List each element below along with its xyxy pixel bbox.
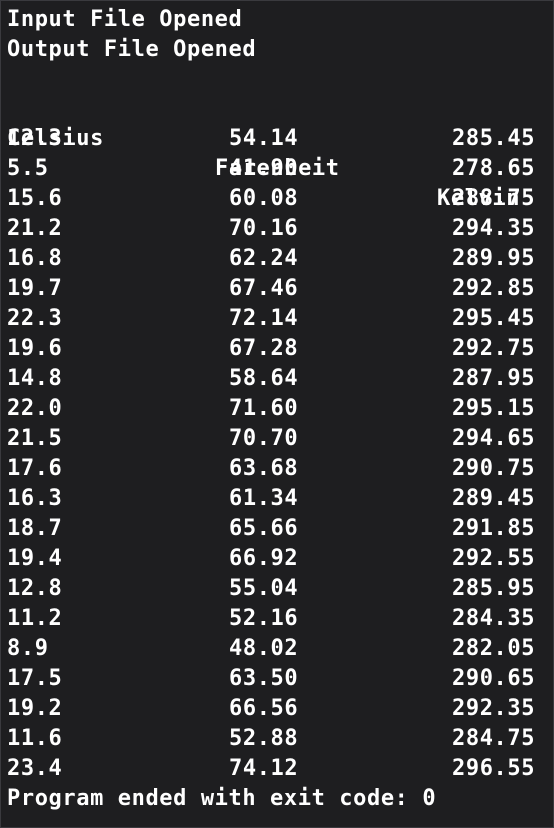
kelvin-cell: 290.75 xyxy=(452,456,536,481)
table-row: 21.2 70.16 294.35 xyxy=(7,214,553,244)
kelvin-cell: 290.65 xyxy=(452,666,536,691)
table-row: 19.4 66.92 292.55 xyxy=(7,544,553,574)
console-output: Input File Opened Output File Opened Cel… xyxy=(1,1,553,827)
celsius-cell: 19.6 xyxy=(7,336,63,361)
table-row: 18.7 65.66 291.85 xyxy=(7,514,553,544)
table-row: 22.0 71.60 295.15 xyxy=(7,394,553,424)
table-row: 11.6 52.88 284.75 xyxy=(7,724,553,754)
celsius-cell: 18.7 xyxy=(7,516,63,541)
kelvin-cell: 292.35 xyxy=(452,696,536,721)
fahrenheit-cell: 67.28 xyxy=(229,336,299,361)
fahrenheit-cell: 70.16 xyxy=(229,216,299,241)
fahrenheit-cell: 41.90 xyxy=(229,156,299,181)
table-header: Celsius Farenheit Kelvin xyxy=(7,94,553,211)
kelvin-cell: 284.35 xyxy=(452,606,536,631)
table-row: 17.6 63.68 290.75 xyxy=(7,454,553,484)
fahrenheit-cell: 61.34 xyxy=(229,486,299,511)
kelvin-cell: 284.75 xyxy=(452,726,536,751)
table-row: 19.2 66.56 292.35 xyxy=(7,694,553,724)
fahrenheit-cell: 66.92 xyxy=(229,546,299,571)
fahrenheit-cell: 62.24 xyxy=(229,246,299,271)
celsius-cell: 17.6 xyxy=(7,456,63,481)
table-row: 23.4 74.12 296.55 xyxy=(7,754,553,784)
celsius-cell: 12.3 xyxy=(7,126,63,151)
table-row: 19.6 67.28 292.75 xyxy=(7,334,553,364)
exit-message: Program ended with exit code: 0 xyxy=(7,786,437,811)
kelvin-cell: 289.95 xyxy=(452,246,536,271)
celsius-cell: 19.7 xyxy=(7,276,63,301)
celsius-cell: 17.5 xyxy=(7,666,63,691)
table-row: 11.2 52.16 284.35 xyxy=(7,604,553,634)
table-row: 12.8 55.04 285.95 xyxy=(7,574,553,604)
celsius-cell: 19.4 xyxy=(7,546,63,571)
celsius-cell: 15.6 xyxy=(7,186,63,211)
celsius-cell: 14.8 xyxy=(7,366,63,391)
celsius-cell: 16.8 xyxy=(7,246,63,271)
fahrenheit-cell: 72.14 xyxy=(229,306,299,331)
fahrenheit-cell: 58.64 xyxy=(229,366,299,391)
celsius-cell: 11.6 xyxy=(7,726,63,751)
kelvin-cell: 294.35 xyxy=(452,216,536,241)
celsius-cell: 21.2 xyxy=(7,216,63,241)
fahrenheit-cell: 70.70 xyxy=(229,426,299,451)
table-row: 22.3 72.14 295.45 xyxy=(7,304,553,334)
fahrenheit-cell: 48.02 xyxy=(229,636,299,661)
kelvin-cell: 294.65 xyxy=(452,426,536,451)
kelvin-cell: 282.05 xyxy=(452,636,536,661)
celsius-cell: 8.9 xyxy=(7,636,49,661)
celsius-cell: 19.2 xyxy=(7,696,63,721)
fahrenheit-cell: 67.46 xyxy=(229,276,299,301)
celsius-cell: 23.4 xyxy=(7,756,63,781)
fahrenheit-cell: 54.14 xyxy=(229,126,299,151)
fahrenheit-cell: 63.68 xyxy=(229,456,299,481)
kelvin-cell: 296.55 xyxy=(452,756,536,781)
message-line: Output File Opened xyxy=(7,37,257,62)
kelvin-cell: 287.95 xyxy=(452,366,536,391)
table-row: 15.6 60.08 288.75 xyxy=(7,184,553,214)
celsius-cell: 16.3 xyxy=(7,486,63,511)
celsius-cell: 5.5 xyxy=(7,156,49,181)
message-line: Input File Opened xyxy=(7,7,243,32)
table-row: 19.7 67.46 292.85 xyxy=(7,274,553,304)
celsius-cell: 21.5 xyxy=(7,426,63,451)
kelvin-cell: 288.75 xyxy=(452,186,536,211)
fahrenheit-cell: 65.66 xyxy=(229,516,299,541)
fahrenheit-cell: 52.88 xyxy=(229,726,299,751)
table-row: 21.5 70.70 294.65 xyxy=(7,424,553,454)
table-row: 8.9 48.02 282.05 xyxy=(7,634,553,664)
kelvin-cell: 291.85 xyxy=(452,516,536,541)
table-row: 16.8 62.24 289.95 xyxy=(7,244,553,274)
kelvin-cell: 295.15 xyxy=(452,396,536,421)
kelvin-cell: 292.85 xyxy=(452,276,536,301)
fahrenheit-cell: 66.56 xyxy=(229,696,299,721)
fahrenheit-cell: 63.50 xyxy=(229,666,299,691)
kelvin-cell: 285.95 xyxy=(452,576,536,601)
kelvin-cell: 292.55 xyxy=(452,546,536,571)
kelvin-cell: 278.65 xyxy=(452,156,536,181)
table-row: 14.8 58.64 287.95 xyxy=(7,364,553,394)
fahrenheit-cell: 74.12 xyxy=(229,756,299,781)
kelvin-cell: 295.45 xyxy=(452,306,536,331)
fahrenheit-cell: 55.04 xyxy=(229,576,299,601)
celsius-cell: 12.8 xyxy=(7,576,63,601)
celsius-cell: 11.2 xyxy=(7,606,63,631)
table-row: 16.3 61.34 289.45 xyxy=(7,484,553,514)
fahrenheit-cell: 60.08 xyxy=(229,186,299,211)
celsius-cell: 22.3 xyxy=(7,306,63,331)
kelvin-cell: 289.45 xyxy=(452,486,536,511)
table-body: 12.3 54.14 285.45 5.5 41.90 278.65 15.6 60.08 28… xyxy=(7,124,553,784)
table-row: 17.5 63.50 290.65 xyxy=(7,664,553,694)
fahrenheit-cell: 71.60 xyxy=(229,396,299,421)
celsius-cell: 22.0 xyxy=(7,396,63,421)
kelvin-cell: 285.45 xyxy=(452,126,536,151)
table-row: 12.3 54.14 285.45 xyxy=(7,124,553,154)
kelvin-cell: 292.75 xyxy=(452,336,536,361)
fahrenheit-cell: 52.16 xyxy=(229,606,299,631)
table-row: 5.5 41.90 278.65 xyxy=(7,154,553,184)
